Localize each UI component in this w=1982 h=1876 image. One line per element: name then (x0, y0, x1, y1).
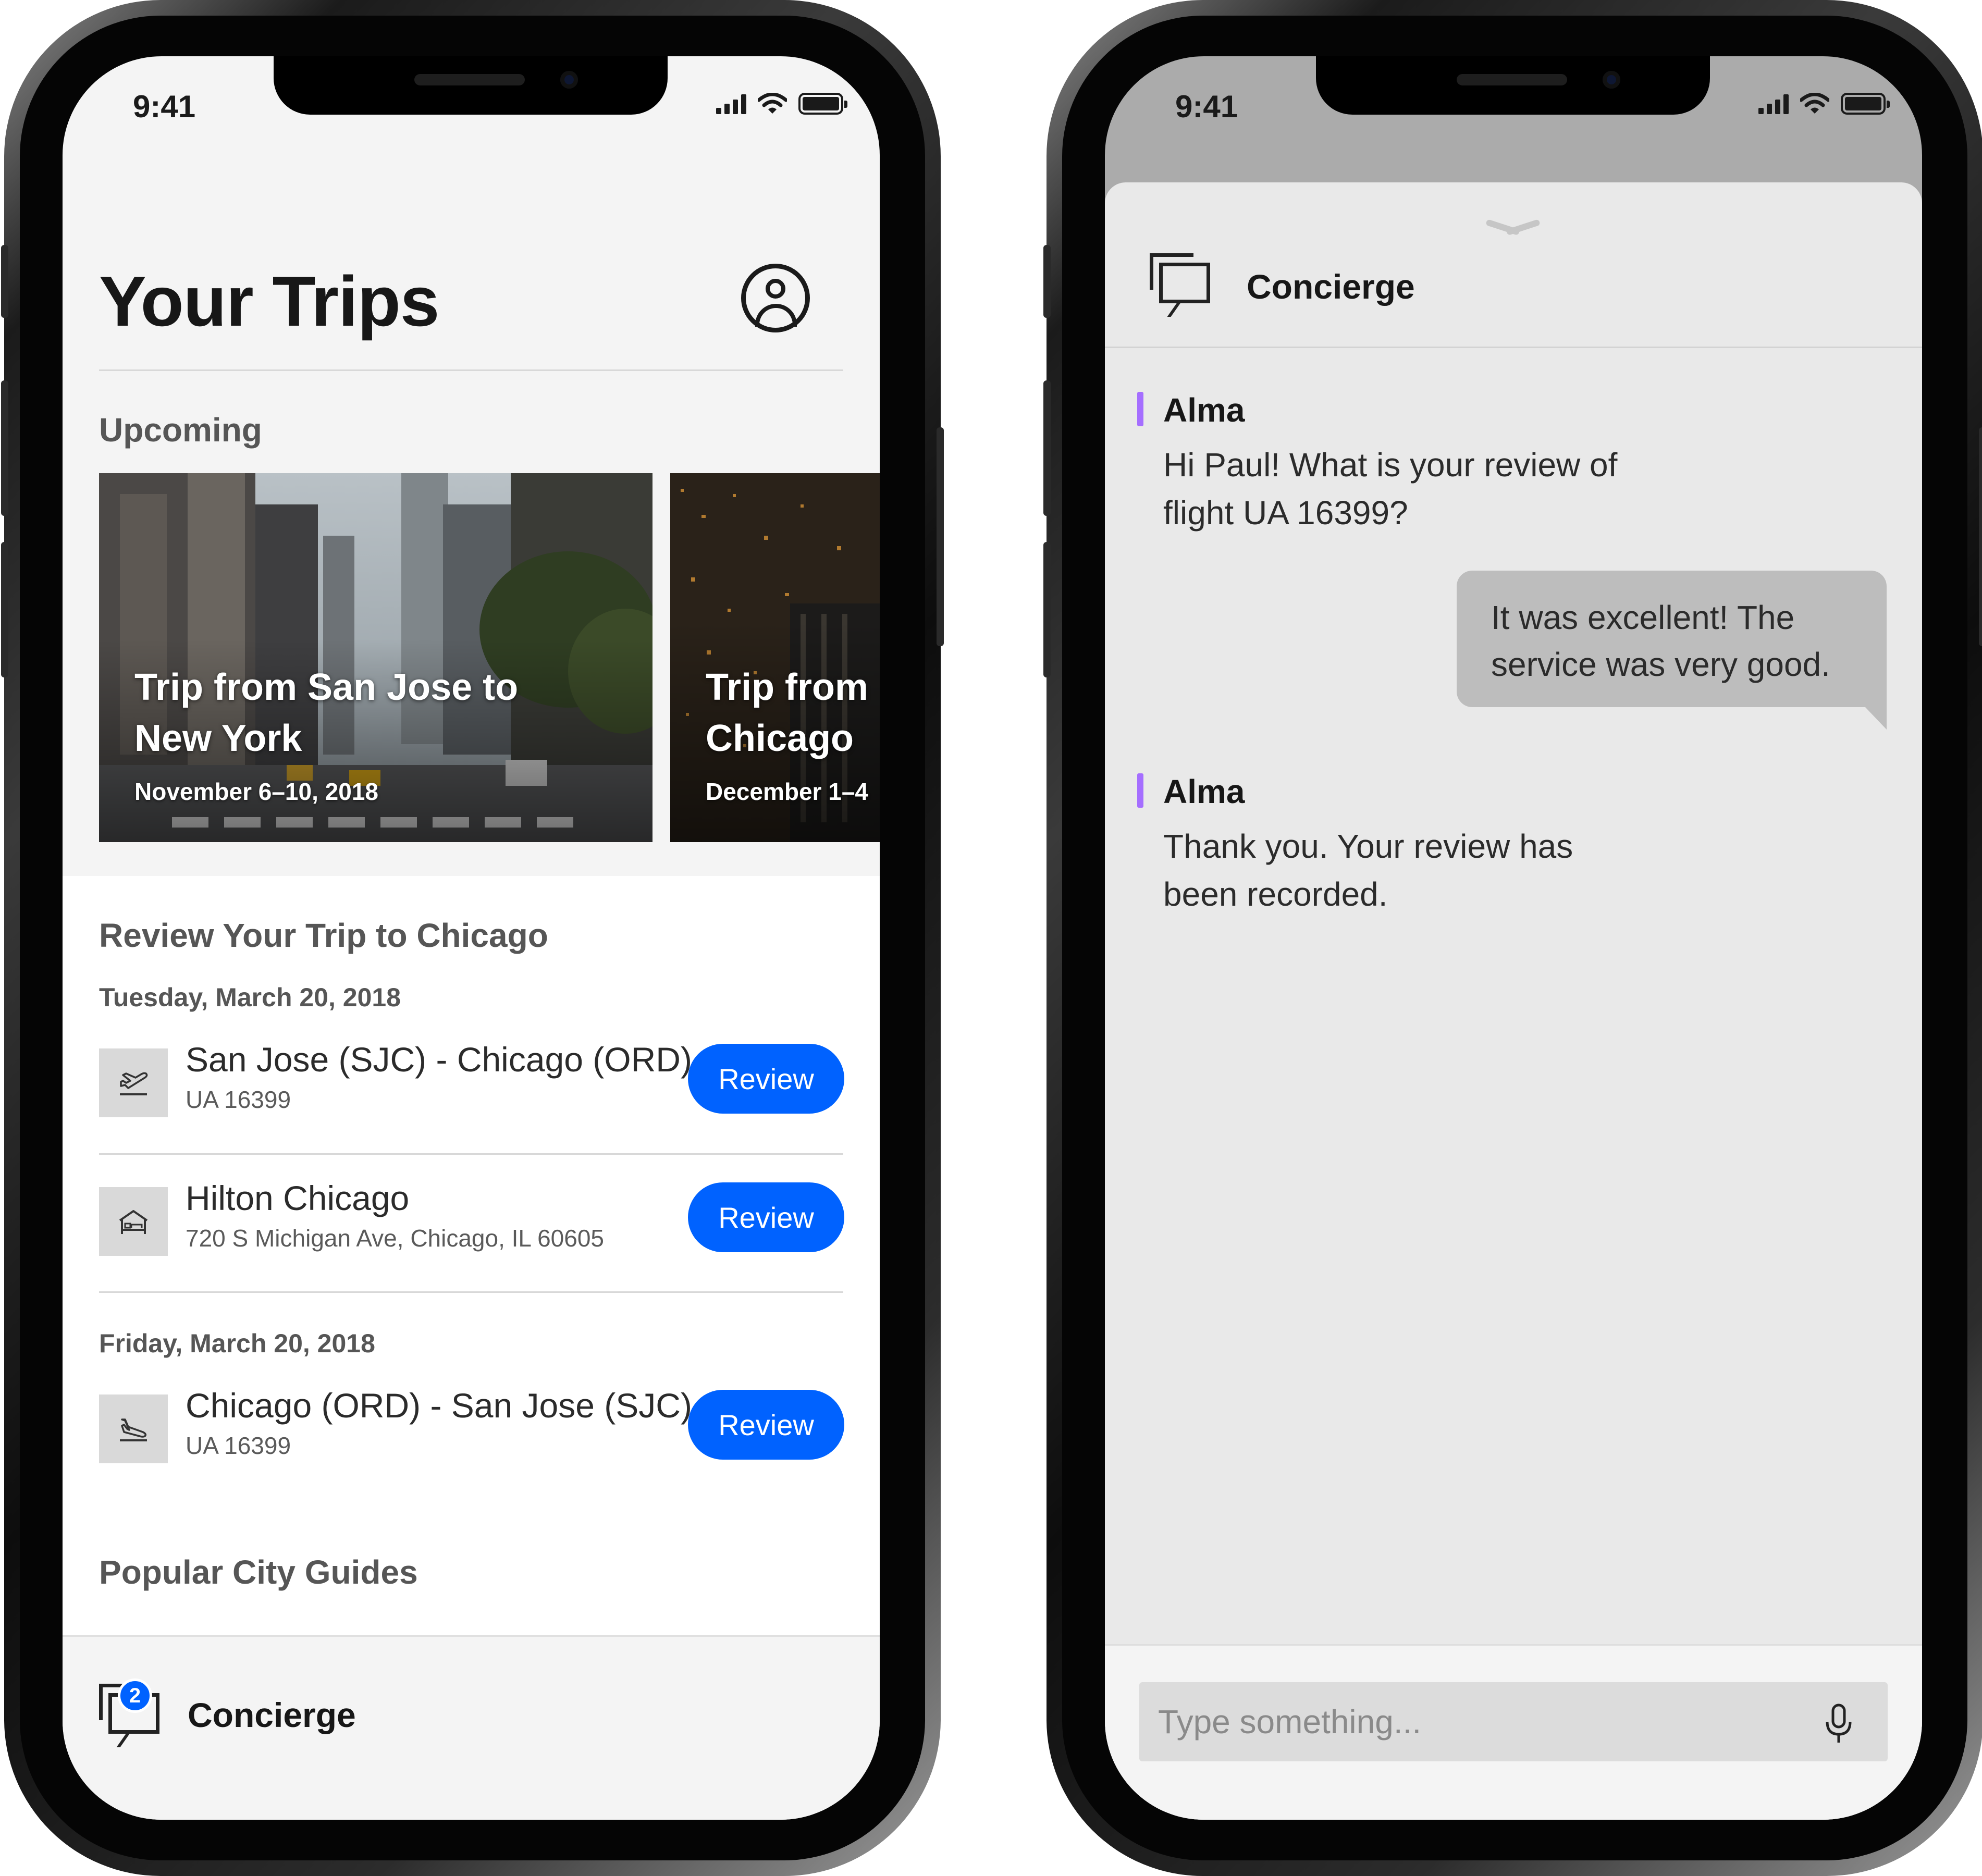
sender-name: Alma (1163, 391, 1245, 429)
volume-down-button (1043, 542, 1051, 677)
message-text: Thank you. Your review has been recorded. (1163, 828, 1573, 913)
hotel-icon (99, 1187, 168, 1256)
trip-card-new-york[interactable]: Trip from San Jose to New York November 6… (99, 473, 653, 842)
concierge-label: Concierge (188, 1696, 356, 1734)
wifi-icon (758, 93, 787, 114)
wifi-icon (1800, 93, 1829, 114)
upcoming-label: Upcoming (99, 411, 262, 449)
sender-name: Alma (1163, 773, 1245, 810)
composer (1105, 1644, 1922, 1820)
mute-switch (1043, 245, 1051, 318)
header-divider (99, 369, 843, 371)
sender-accent-bar (1137, 392, 1143, 426)
phone-frame-right: 9:41 Concierge Alma Hi Paul! What is you… (1043, 0, 1982, 1876)
trip-card-dates: November 6–10, 2018 (134, 778, 378, 805)
concierge-sheet: Concierge Alma Hi Paul! What is your rev… (1105, 182, 1922, 1820)
city-guides-label: Popular City Guides (99, 1553, 418, 1591)
sheet-title: Concierge (1247, 267, 1415, 306)
screen-trips: 9:41 Your Trips Upcoming Trip from San J… (63, 56, 880, 1820)
mute-switch (1, 245, 8, 318)
item-title: San Jose (SJC) - Chicago (ORD) (186, 1040, 692, 1079)
power-button (1979, 427, 1982, 646)
power-button (937, 427, 944, 646)
review-button[interactable]: Review (688, 1182, 844, 1252)
signal-icon (716, 93, 746, 114)
trip-card-dates: December 1–4 (706, 778, 868, 805)
list-divider (99, 1153, 843, 1155)
volume-down-button (1, 542, 8, 677)
list-item: Chicago (ORD) - San Jose (SJC) UA 16399 … (99, 1380, 880, 1485)
volume-up-button (1, 380, 8, 516)
chevron-down-icon[interactable] (1485, 214, 1541, 240)
item-subtitle: UA 16399 (186, 1432, 291, 1459)
microphone-icon[interactable] (1823, 1703, 1854, 1745)
battery-icon (1841, 93, 1890, 115)
list-item: Hilton Chicago 720 S Michigan Ave, Chica… (99, 1173, 880, 1277)
list-divider (99, 1291, 843, 1293)
signal-icon (1758, 93, 1789, 114)
message-text: Hi Paul! What is your review of flight UA… (1163, 446, 1618, 532)
review-button[interactable]: Review (688, 1044, 844, 1114)
flight-takeoff-icon (99, 1048, 168, 1117)
phone-frame-left: 9:41 Your Trips Upcoming Trip from San J… (1, 0, 944, 1876)
user-message-bubble: It was excellent! The service was very go… (1457, 571, 1887, 707)
review-section-title: Review Your Trip to Chicago (99, 917, 548, 954)
item-title: Chicago (ORD) - San Jose (SJC) (186, 1386, 692, 1425)
notification-badge: 2 (118, 1678, 152, 1713)
date-label: Tuesday, March 20, 2018 (99, 983, 401, 1012)
list-item: San Jose (SJC) - Chicago (ORD) UA 16399 … (99, 1034, 880, 1139)
item-title: Hilton Chicago (186, 1179, 410, 1217)
screen-concierge: 9:41 Concierge Alma Hi Paul! What is you… (1105, 56, 1922, 1820)
status-time: 9:41 (1175, 89, 1238, 124)
review-button[interactable]: Review (688, 1390, 844, 1460)
item-subtitle: UA 16399 (186, 1086, 291, 1113)
status-time: 9:41 (133, 89, 196, 124)
bubble-tail (1864, 706, 1887, 730)
battery-icon (798, 93, 847, 115)
item-subtitle: 720 S Michigan Ave, Chicago, IL 60605 (186, 1225, 605, 1252)
trip-card-chicago[interactable]: Trip from Chicago December 1–4 (670, 473, 880, 842)
flight-landing-icon (99, 1394, 168, 1463)
trip-card-title: Trip from Chicago (706, 667, 869, 759)
concierge-bar[interactable]: 2 Concierge (63, 1635, 880, 1820)
message-input[interactable] (1139, 1682, 1888, 1761)
trip-card-title: Trip from San Jose to New York (134, 667, 519, 759)
header-divider (1105, 347, 1922, 348)
sender-accent-bar (1137, 773, 1143, 808)
volume-up-button (1043, 380, 1051, 516)
date-label: Friday, March 20, 2018 (99, 1329, 375, 1358)
page-title: Your Trips (99, 262, 439, 341)
profile-icon[interactable] (741, 264, 810, 332)
chat-icon (1150, 253, 1211, 317)
notch (1316, 56, 1710, 115)
notch (274, 56, 668, 115)
